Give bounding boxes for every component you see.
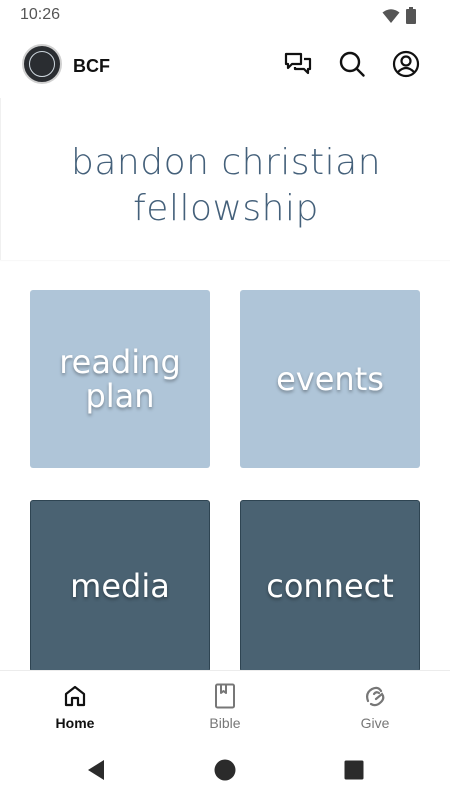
tile-reading-plan-line1: reading — [59, 343, 181, 381]
home-icon — [63, 683, 87, 709]
nav-bible[interactable]: Bible — [150, 671, 300, 741]
status-bar: 10:26 — [0, 0, 450, 30]
church-name-line2: fellowship — [133, 188, 319, 229]
header-card: bandon christian fellowship — [0, 98, 450, 260]
nav-give[interactable]: Give — [300, 671, 450, 741]
chat-icon — [284, 51, 312, 82]
back-icon[interactable] — [84, 758, 108, 782]
church-name: bandon christian fellowship — [1, 140, 450, 232]
app-actions — [282, 50, 422, 83]
tile-media-label: media — [70, 567, 170, 605]
app-bar: BCF — [0, 38, 450, 94]
bible-icon — [214, 683, 236, 709]
nav-bible-label: Bible — [209, 715, 241, 731]
chat-button[interactable] — [282, 52, 314, 80]
nav-home[interactable]: Home — [0, 671, 150, 741]
tile-connect-label: connect — [266, 567, 394, 605]
status-icons — [382, 7, 416, 29]
nav-give-label: Give — [360, 715, 390, 731]
wifi-icon — [382, 8, 400, 29]
system-nav — [0, 740, 450, 800]
account-icon — [392, 50, 420, 83]
nav-home-label: Home — [55, 715, 95, 731]
search-button[interactable] — [336, 50, 368, 83]
give-icon — [362, 683, 388, 709]
tile-events-label: events — [276, 360, 384, 398]
app-title: BCF — [73, 56, 110, 76]
tile-connect[interactable]: connect — [240, 500, 420, 672]
church-name-line1: bandon christian — [70, 142, 382, 183]
tile-reading-plan-line2: plan — [85, 377, 155, 415]
tile-media[interactable]: media — [30, 500, 210, 672]
tile-events[interactable]: events — [240, 290, 420, 468]
bcf-logo[interactable] — [22, 44, 62, 84]
home-circle-icon[interactable] — [213, 758, 237, 782]
recents-icon[interactable] — [342, 758, 366, 782]
search-icon — [338, 50, 366, 83]
battery-icon — [406, 7, 416, 29]
logo-emblem — [29, 51, 55, 77]
account-button[interactable] — [390, 50, 422, 83]
status-time: 10:26 — [20, 6, 61, 23]
tile-reading-plan[interactable]: reading plan — [30, 290, 210, 468]
bottom-nav: Home Bible Give — [0, 670, 450, 741]
